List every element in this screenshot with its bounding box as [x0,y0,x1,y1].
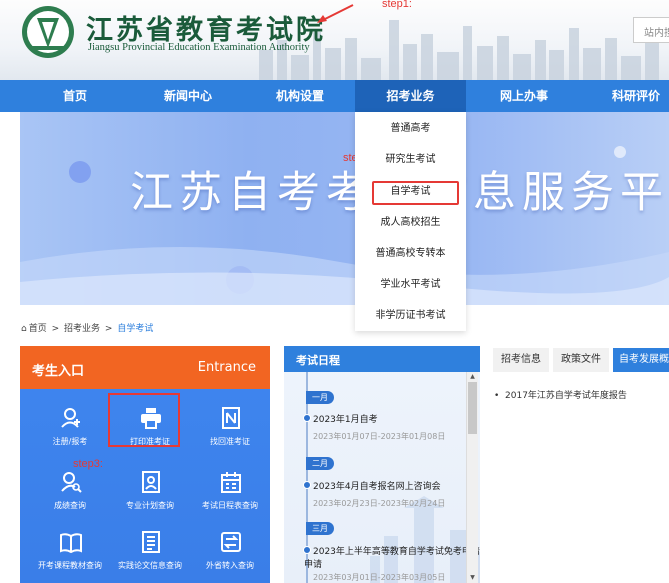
schedule-event-title[interactable]: 2023年1月自考 [313,412,378,425]
tab-admission-info[interactable]: 招考信息 [493,348,549,372]
breadcrumb-separator: > [104,324,113,334]
schedule-event-date: 2023年03月01日-2023年03月05日 [313,573,446,582]
site-search-input[interactable]: 站内搜 [633,17,669,43]
step3-annotation: step3: [73,458,103,470]
plan-icon [142,471,160,493]
month-label: 二月 [306,457,334,470]
nav-item-admissions[interactable]: 招考业务 [355,80,466,112]
schedule-event-title[interactable]: 2023年4月自考报名网上咨询会 [313,479,441,492]
nav-item-news[interactable]: 新闻中心 [150,80,226,112]
tile-exam-schedule-query[interactable]: 考试日程表查询 [190,471,270,531]
exam-schedule-panel: 考试日程 一月 2023年1月自考 2023年01月07日-2023年01月08… [284,346,480,583]
tile-transfer-in-label: 外省转入查询 [206,561,254,570]
breadcrumb-current[interactable]: 自学考试 [117,324,153,334]
bullet-icon: • [494,391,506,401]
report-link-label: 2017年江苏自学考试年度报告 [505,391,627,401]
tile-retrieve-label: 找回准考证 [210,437,250,446]
step1-arrow-icon [317,4,354,23]
schedule-scrollbar-thumb[interactable] [468,382,477,434]
tile-major-plan-query[interactable]: 专业计划查询 [110,471,190,531]
tile-score-label: 成绩查询 [54,501,86,510]
user-search-icon [61,472,82,493]
scroll-up-icon[interactable]: ▲ [468,373,477,381]
breadcrumb-separator: > [51,324,60,334]
timeline-dot [303,481,311,489]
nav-item-home[interactable]: 首页 [42,80,108,112]
timeline-dot [303,414,311,422]
home-icon: ⌂ [21,324,27,334]
admissions-dropdown-menu: 普通高考 研究生考试 自学考试 成人高校招生 普通高校专转本 学业水平考试 非学… [355,112,466,331]
tile-thesis-info-label: 实践论文信息查询 [118,561,182,570]
timeline-dot [303,546,311,554]
main-nav: 首页 新闻中心 机构设置 招考业务 网上办事 科研评价 [0,80,669,112]
tab-policy-docs[interactable]: 政策文件 [553,348,609,372]
transfer-icon [221,532,241,552]
book-icon [60,533,82,553]
hero-banner: 江苏自考考试信息服务平台 [20,112,669,305]
nav-item-online-services[interactable]: 网上办事 [486,80,562,112]
tile-thesis-info-query[interactable]: 实践论文信息查询 [110,531,190,583]
month-label: 三月 [306,522,334,535]
tile-course-material-query[interactable]: 开考课程教材查询 [30,531,110,583]
info-tabs: 招考信息 政策文件 自考发展概 [493,348,669,372]
document-icon [142,531,160,553]
candidate-entrance-header: 考生入口 Entrance [20,346,270,389]
exam-schedule-title: 考试日程 [296,354,340,367]
tile-register-label: 注册/报考 [52,437,88,446]
menu-item-upgrade-bachelor[interactable]: 普通高校专转本 [355,239,466,269]
menu-item-non-degree-cert[interactable]: 非学历证书考试 [355,301,466,331]
page-root: 江苏省教育考试院 Jiangsu Provincial Education Ex… [0,0,669,583]
logo-emblem-icon [22,6,74,58]
schedule-event-date: 2023年02月23日-2023年02月24日 [313,499,446,508]
tile-course-material-label: 开考课程教材查询 [38,561,102,570]
nav-item-organization[interactable]: 机构设置 [262,80,338,112]
schedule-event-title[interactable]: 2023年上半年高等教育自学考试免考申请 [313,544,480,557]
site-logo-subtitle: Jiangsu Provincial Education Examination… [88,42,310,53]
exam-schedule-header: 考试日程 [284,346,480,372]
tile-retrieve-ticket[interactable]: 找回准考证 [190,407,270,467]
menu-item-proficiency-test[interactable]: 学业水平考试 [355,270,466,300]
step2-highlight-box [372,181,459,205]
calendar-icon [221,472,241,493]
candidate-entrance-title-en: Entrance [197,360,256,375]
nav-item-research[interactable]: 科研评价 [598,80,669,112]
site-header: 江苏省教育考试院 Jiangsu Provincial Education Ex… [0,0,669,80]
breadcrumb: ⌂ 首页 > 招考业务 > 自学考试 [21,321,155,334]
user-add-icon [61,408,80,428]
schedule-watermark-image [370,496,480,583]
step1-annotation: step1: [382,0,412,10]
candidate-entrance-panel: 考生入口 Entrance 注册/报考 打印准考证 找回准考证 成绩查询 专业计… [20,346,270,583]
candidate-entrance-title: 考生入口 [32,364,85,379]
menu-item-gaokao[interactable]: 普通高考 [355,114,466,144]
tile-transfer-in-query[interactable]: 外省转入查询 [190,531,270,583]
breadcrumb-admissions[interactable]: 招考业务 [64,324,100,334]
month-label: 一月 [306,391,334,404]
report-link[interactable]: • 2017年江苏自学考试年度报告 [494,388,627,401]
tile-score-query[interactable]: 成绩查询 [30,471,110,531]
schedule-event-title-cont: 申请 [304,560,323,570]
step3-highlight-box [108,393,180,447]
breadcrumb-home[interactable]: 首页 [29,324,47,334]
schedule-event-date: 2023年01月07日-2023年01月08日 [313,432,446,441]
tile-exam-schedule-label: 考试日程表查询 [202,501,258,510]
tile-major-plan-label: 专业计划查询 [126,501,174,510]
tab-self-study-development[interactable]: 自考发展概 [613,348,669,372]
menu-item-graduate-exam[interactable]: 研究生考试 [355,145,466,175]
id-card-icon [222,407,240,429]
scroll-down-icon[interactable]: ▼ [468,574,477,582]
menu-item-adult-admission[interactable]: 成人高校招生 [355,208,466,238]
